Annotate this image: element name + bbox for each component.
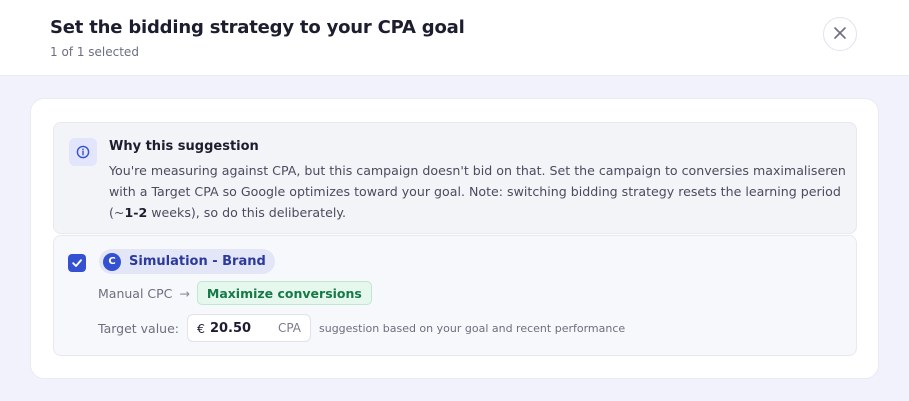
- currency-symbol: €: [197, 320, 205, 336]
- strategy-change-row: Manual CPC → Maximize conversions: [98, 281, 372, 305]
- target-unit: CPA: [277, 321, 301, 335]
- campaign-tag: C Simulation - Brand: [99, 249, 275, 274]
- target-value-label: Target value:: [98, 320, 179, 336]
- close-button[interactable]: [823, 17, 857, 51]
- checkmark-icon: [71, 254, 83, 273]
- campaign-checkbox[interactable]: [68, 254, 86, 272]
- page-title: Set the bidding strategy to your CPA goa…: [50, 17, 465, 38]
- why-suggestion-text: You're measuring against CPA, but this c…: [109, 160, 854, 223]
- campaign-avatar: C: [103, 252, 121, 271]
- why-text-part: weeks), so do this deliberately.: [147, 205, 346, 220]
- new-strategy-badge: Maximize conversions: [196, 281, 372, 305]
- selection-count: 1 of 1 selected: [50, 45, 139, 59]
- why-suggestion-title: Why this suggestion: [109, 139, 259, 154]
- target-value-row: Target value: € 20.50 CPA suggestion bas…: [98, 314, 625, 342]
- current-strategy: Manual CPC: [98, 285, 173, 301]
- why-suggestion-panel: Why this suggestion You're measuring aga…: [53, 122, 857, 234]
- campaign-item: C Simulation - Brand Manual CPC → Maximi…: [53, 235, 857, 356]
- campaign-name: Simulation - Brand: [129, 254, 266, 269]
- arrow-right-icon: →: [179, 285, 190, 301]
- suggestion-card: Why this suggestion You're measuring aga…: [30, 98, 879, 379]
- target-cpa-input[interactable]: € 20.50 CPA: [187, 314, 311, 342]
- modal-header: Set the bidding strategy to your CPA goa…: [0, 0, 909, 76]
- close-icon: [833, 25, 847, 44]
- learning-period-duration: 1-2: [124, 205, 148, 220]
- target-value-hint: suggestion based on your goal and recent…: [319, 321, 626, 335]
- info-icon: [69, 138, 97, 166]
- target-cpa-value: 20.50: [209, 320, 252, 336]
